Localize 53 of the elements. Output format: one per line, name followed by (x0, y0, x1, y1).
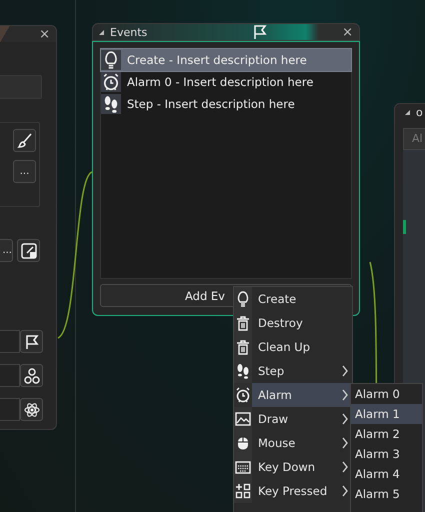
menu-item[interactable]: Alarm 2 (351, 424, 422, 444)
events-button[interactable] (20, 330, 43, 353)
event-label: Create - Insert description here (127, 53, 307, 67)
trash-icon (235, 339, 251, 355)
window-title: o (416, 106, 423, 118)
close-icon[interactable]: × (342, 26, 353, 38)
close-icon[interactable]: × (39, 28, 50, 40)
edit-mask-button[interactable] (17, 239, 40, 262)
event-list-item[interactable]: Step - Insert description here (101, 93, 351, 115)
hierarchy-icon (24, 368, 40, 384)
menu-item[interactable]: Clean Up (234, 335, 352, 359)
footprints-icon (102, 95, 120, 113)
paintbrush-icon (16, 132, 32, 148)
collapse-icon[interactable] (99, 30, 104, 34)
menu-item[interactable]: Alarm 4 (351, 464, 422, 484)
menu-item[interactable]: Alarm 5 (351, 484, 422, 504)
menu-item[interactable]: Alarm 3 (351, 444, 422, 464)
picture-icon (235, 411, 251, 427)
mouse-icon (235, 435, 251, 451)
more-button[interactable]: ... (0, 239, 13, 262)
line-marker-icon (403, 220, 406, 234)
window-title-bar[interactable]: Events × (92, 23, 360, 41)
atom-icon (24, 402, 40, 418)
flag-icon (24, 334, 40, 350)
grid-icon (235, 483, 251, 499)
physics-button[interactable] (20, 398, 43, 421)
menu-item[interactable]: Step (234, 359, 352, 383)
event-label: Alarm 0 - Insert description here (127, 75, 314, 89)
collapse-icon[interactable] (405, 110, 410, 114)
window-title: Events (110, 26, 148, 38)
event-list-item[interactable]: Create - Insert description here (101, 49, 351, 71)
trash-icon (235, 315, 251, 331)
menu-item[interactable]: Alarm 1 (351, 404, 422, 424)
parent-button[interactable] (20, 364, 43, 387)
image-brush-icon (20, 242, 36, 258)
event-list-item[interactable]: Alarm 0 - Insert description here (101, 71, 351, 93)
footprints-icon (235, 363, 251, 379)
menu-item[interactable]: Destroy (234, 311, 352, 335)
event-label: Step - Insert description here (127, 97, 295, 111)
menu-item[interactable]: Alarm (234, 383, 352, 407)
alarm-clock-icon (235, 387, 251, 403)
flag-icon (252, 24, 268, 40)
keyboard-icon (235, 459, 251, 475)
menu-item[interactable]: Alarm 0 (351, 384, 422, 404)
menu-item[interactable]: Mouse (234, 431, 352, 455)
lightbulb-icon (102, 51, 120, 69)
alarm-clock-icon (102, 73, 120, 91)
menu-item[interactable]: Key Pressed (234, 479, 352, 503)
menu-item[interactable]: Key Down (234, 455, 352, 479)
edit-sprite-button[interactable] (13, 129, 36, 152)
more-button[interactable]: ... (13, 160, 36, 183)
menu-item[interactable]: Draw (234, 407, 352, 431)
lightbulb-icon (235, 291, 251, 307)
